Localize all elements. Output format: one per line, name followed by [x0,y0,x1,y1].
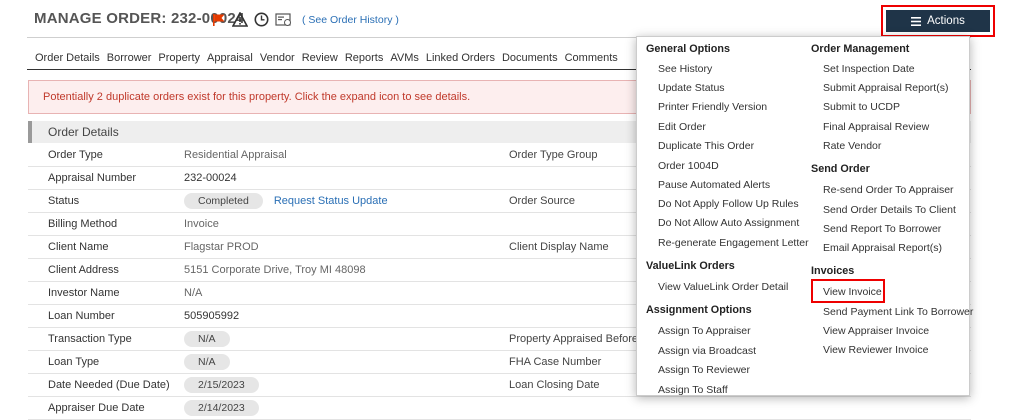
field-value: Invoice [184,218,219,230]
client-name-link[interactable]: Flagstar PROD [184,241,259,253]
tab-property[interactable]: Property [158,52,200,64]
menu-item-assign-broadcast[interactable]: Assign via Broadcast [646,345,756,357]
menu-item-submit-report[interactable]: Submit Appraisal Report(s) [811,82,948,94]
field-value: 5151 Corporate Drive, Troy MI 48098 [184,264,366,276]
field-label: Loan Closing Date [509,379,600,391]
field-label: Billing Method [48,218,118,230]
menu-item-assign-staff[interactable]: Assign To Staff [646,384,728,396]
menu-item-assign-appraiser[interactable]: Assign To Appraiser [646,325,751,337]
field-label: Order Type [48,149,103,161]
field-value: Residential Appraisal [184,149,287,161]
menu-item-assign-reviewer[interactable]: Assign To Reviewer [646,364,750,376]
actions-button[interactable]: Actions [886,10,990,32]
menu-item-send-payment-link[interactable]: Send Payment Link To Borrower [811,306,973,318]
menu-heading: ValueLink Orders [646,260,735,272]
menu-heading: Invoices [811,265,855,277]
tab-borrower[interactable]: Borrower [107,52,152,64]
menu-item-no-follow-up[interactable]: Do Not Apply Follow Up Rules [646,198,799,210]
tab-vendor[interactable]: Vendor [260,52,295,64]
menu-item-see-history[interactable]: See History [646,63,712,75]
menu-item-send-report-borrower[interactable]: Send Report To Borrower [811,223,941,235]
clock-icon[interactable] [254,12,269,27]
field-value: N/A [184,354,230,370]
menu-item-submit-ucdp[interactable]: Submit to UCDP [811,101,900,113]
menu-item-set-inspection[interactable]: Set Inspection Date [811,63,915,75]
menu-heading: Send Order [811,163,870,175]
field-label: Order Type Group [509,149,598,161]
tab-comments[interactable]: Comments [565,52,618,64]
menu-item-email-report[interactable]: Email Appraisal Report(s) [811,242,942,254]
page-header: MANAGE ORDER: 232-00024 ( See Order Hist… [34,5,995,37]
field-value: N/A [184,287,203,299]
field-label: Client Name [48,241,109,253]
view-invoice-highlight [811,279,885,303]
menu-item-regenerate-letter[interactable]: Re-generate Engagement Letter [646,237,809,249]
menu-icon [911,16,922,26]
field-label: Client Address [48,264,119,276]
menu-heading: General Options [646,43,730,55]
field-value: 505905992 [184,310,240,322]
actions-highlight: Actions [881,5,995,37]
menu-item-final-review[interactable]: Final Appraisal Review [811,121,929,133]
field-label: Loan Number [48,310,115,322]
billing-icon[interactable] [275,12,292,27]
field-label: Client Display Name [509,241,609,253]
status-value: Completed Request Status Update [184,193,388,209]
order-tabs: Order Details Borrower Property Appraisa… [35,52,625,64]
warning-icon[interactable] [232,12,248,27]
see-order-history-link[interactable]: ( See Order History ) [302,14,399,26]
request-status-update-link[interactable]: Request Status Update [274,195,388,207]
header-icons: ( See Order History ) [212,12,399,27]
tab-order-details[interactable]: Order Details [35,52,100,64]
menu-heading: Order Management [811,43,910,55]
menu-heading: Assignment Options [646,304,752,316]
menu-item-printer-friendly[interactable]: Printer Friendly Version [646,101,767,113]
tab-review[interactable]: Review [302,52,338,64]
tab-avms[interactable]: AVMs [390,52,419,64]
field-label: FHA Case Number [509,356,602,368]
field-label: Status [48,195,80,207]
actions-menu: General Options See History Update Statu… [636,36,973,396]
field-label: Investor Name [48,287,120,299]
field-value: N/A [184,331,230,347]
field-value: 232-00024 [184,172,237,184]
field-label: Appraiser Due Date [48,402,145,414]
field-label: Appraisal Number [48,172,137,184]
menu-item-appraiser-invoice[interactable]: View Appraiser Invoice [811,325,929,337]
menu-item-duplicate-order[interactable]: Duplicate This Order [646,140,754,152]
menu-item-reviewer-invoice[interactable]: View Reviewer Invoice [811,344,928,356]
menu-item-no-auto-assign[interactable]: Do Not Allow Auto Assignment [646,217,799,229]
menu-item-pause-alerts[interactable]: Pause Automated Alerts [646,179,770,191]
field-label: Loan Type [48,356,100,368]
menu-item-update-status[interactable]: Update Status [646,82,725,94]
menu-item-order-1004d[interactable]: Order 1004D [646,160,719,172]
field-label: Date Needed (Due Date) [48,379,170,391]
menu-item-send-details-client[interactable]: Send Order Details To Client [811,204,956,216]
menu-item-rate-vendor[interactable]: Rate Vendor [811,140,881,152]
flag-icon[interactable] [212,13,226,27]
tab-reports[interactable]: Reports [345,52,384,64]
status-badge: Completed [184,193,263,209]
tab-linked-orders[interactable]: Linked Orders [426,52,495,64]
field-label: Order Source [509,195,576,207]
field-label: Transaction Type [48,333,132,345]
menu-item-valuelink-detail[interactable]: View ValueLink Order Detail [646,281,788,293]
menu-item-edit-order[interactable]: Edit Order [646,121,706,133]
field-value: 2/15/2023 [184,377,259,393]
tab-appraisal[interactable]: Appraisal [207,52,253,64]
menu-item-resend-appraiser[interactable]: Re-send Order To Appraiser [811,184,954,196]
field-label: Property Appraised Before [509,333,639,345]
field-value: 2/14/2023 [184,400,259,416]
actions-label: Actions [927,15,965,27]
tab-documents[interactable]: Documents [502,52,558,64]
